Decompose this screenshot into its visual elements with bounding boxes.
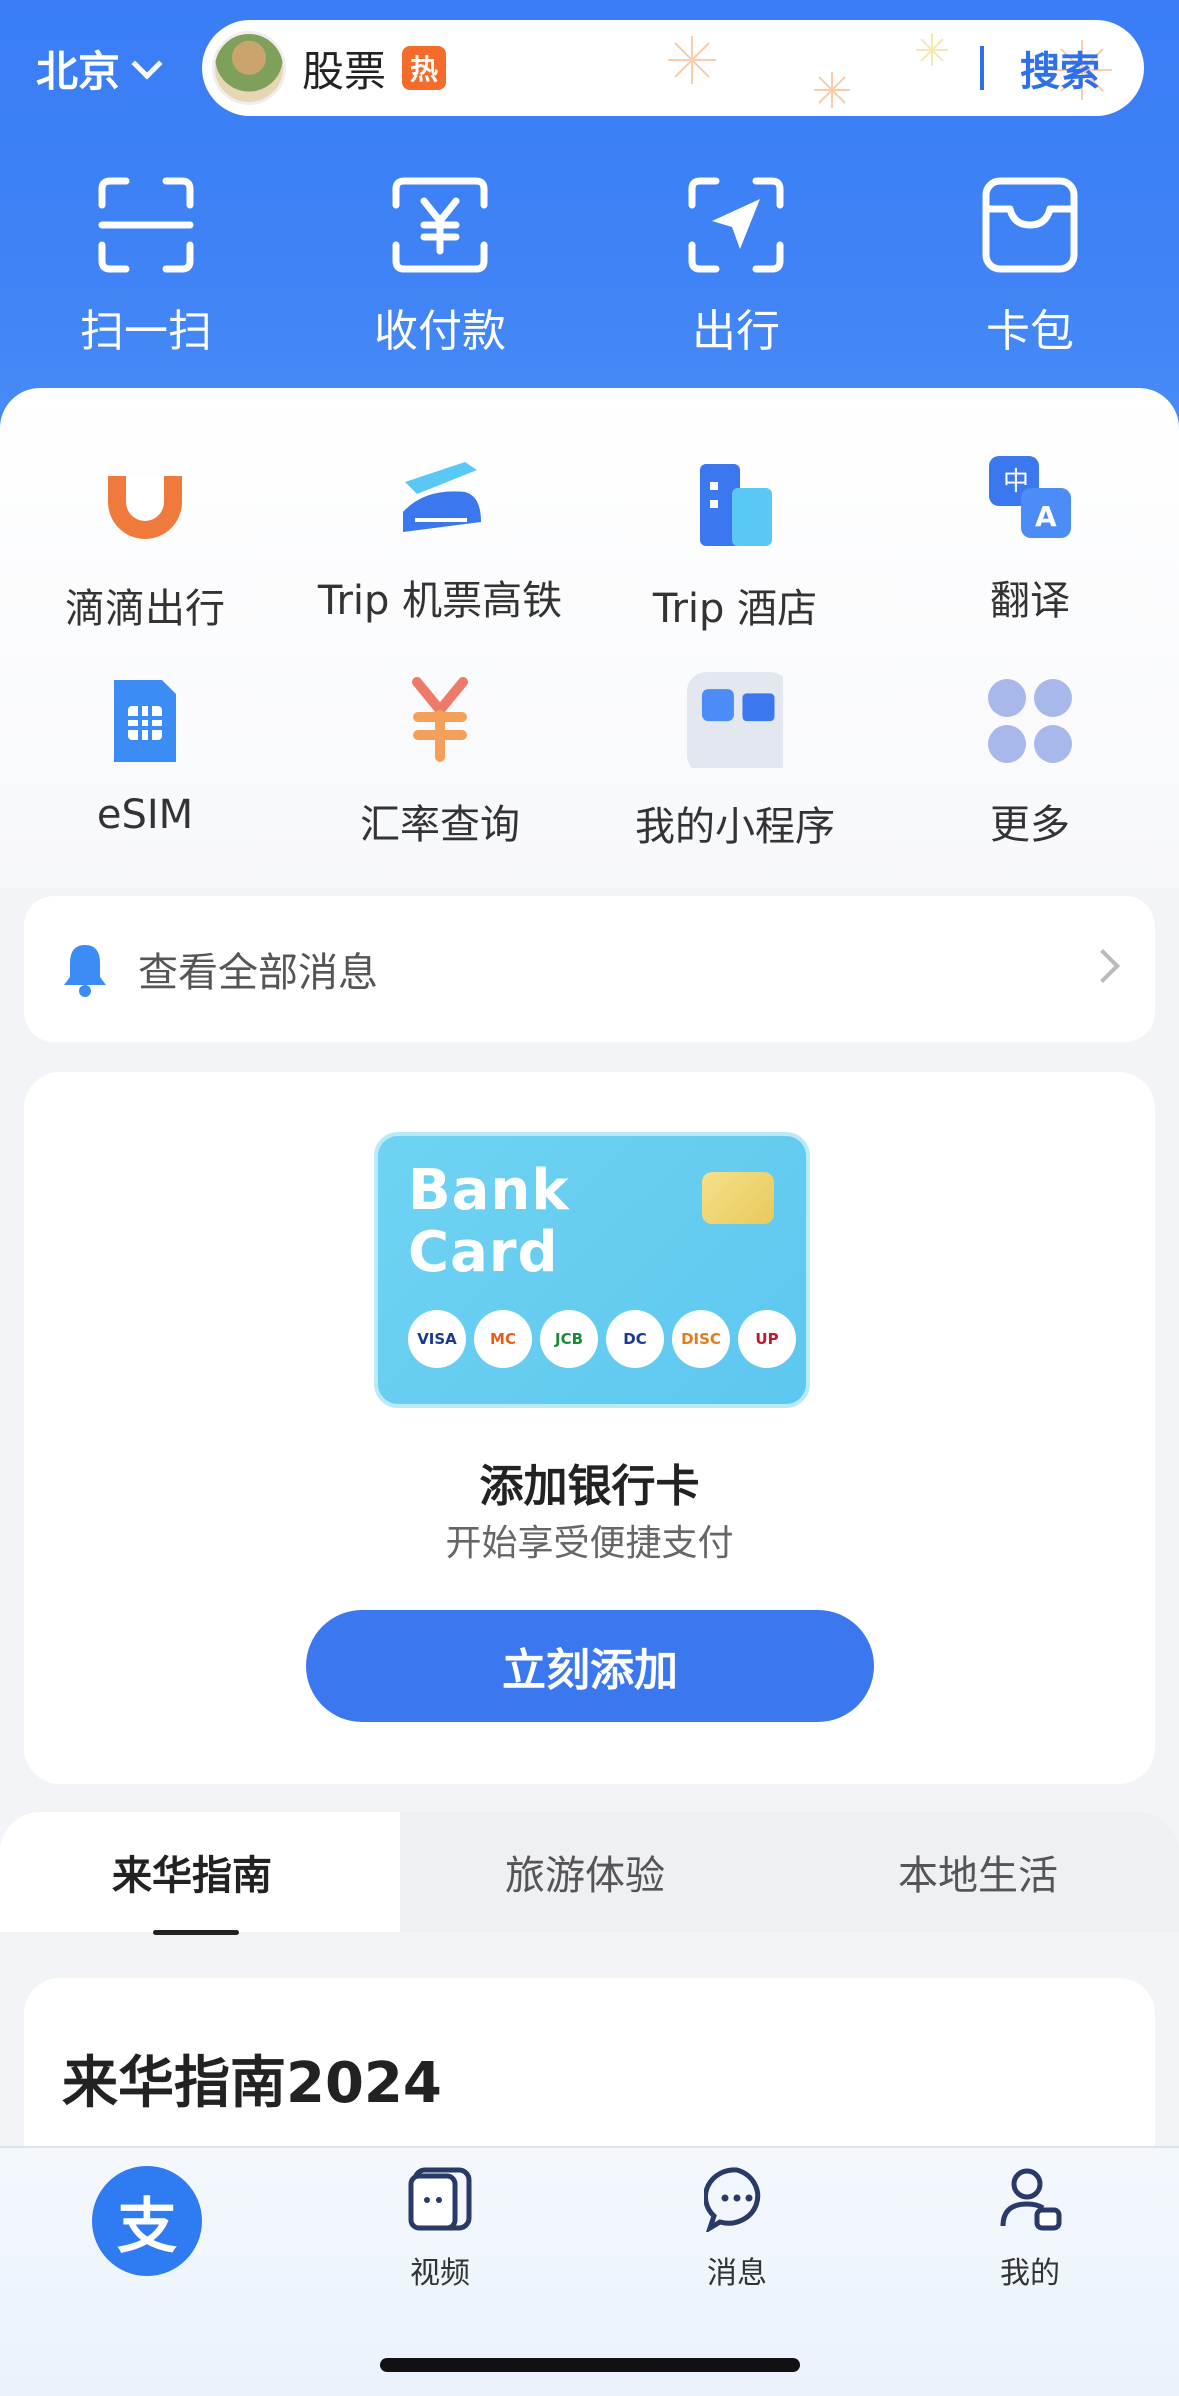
add-bank-card-subtitle: 开始享受便捷支付: [445, 1523, 734, 1564]
service-label: Trip 酒店: [652, 586, 818, 632]
chevron-down-icon: [131, 48, 163, 80]
tab-china-guide[interactable]: 来华指南: [112, 1812, 272, 1932]
service-esim[interactable]: eSIM: [0, 676, 290, 838]
diners-logo: DC: [606, 1310, 664, 1368]
nav-messages[interactable]: 消息: [637, 2166, 837, 2292]
mastercard-logo: MC: [474, 1310, 532, 1368]
service-label: eSIM: [96, 792, 194, 838]
flight-train-icon: [403, 462, 481, 532]
didi-icon: [108, 476, 182, 539]
mini-programs-icon: [687, 672, 790, 775]
search-banner-icon: [212, 31, 286, 105]
video-icon: [408, 2167, 472, 2231]
content-tabs: 来华指南 旅游体验 本地生活: [0, 1812, 1179, 1932]
service-hotel[interactable]: Trip 酒店: [590, 460, 880, 634]
jcb-logo: JCB: [540, 1310, 598, 1368]
alipay-home-button[interactable]: 支: [92, 2166, 202, 2276]
search-bar[interactable]: 股票 热 搜索: [202, 20, 1144, 116]
service-label: 翻译: [990, 578, 1070, 624]
travel-button[interactable]: 出行: [626, 175, 846, 359]
chevron-right-icon: [1086, 949, 1120, 983]
quick-action-label: 出行: [692, 306, 780, 357]
home-indicator: [380, 2358, 800, 2372]
search-divider: [980, 46, 984, 90]
discover-logo: DISC: [672, 1310, 730, 1368]
profile-icon: [1000, 2168, 1062, 2231]
message-icon: [703, 2167, 761, 2234]
card-chip-icon: [702, 1172, 774, 1224]
quick-action-label: 卡包: [986, 306, 1074, 357]
all-messages-bar[interactable]: 查看全部消息: [24, 896, 1155, 1042]
service-label: 滴滴出行: [65, 586, 225, 632]
hot-badge: 热: [402, 46, 447, 90]
service-label: 更多: [990, 802, 1070, 848]
nav-label: 我的: [1000, 2256, 1060, 2291]
service-mini-programs[interactable]: 我的小程序: [590, 672, 880, 852]
scan-icon: [98, 177, 194, 273]
service-label: 汇率查询: [360, 802, 520, 848]
pay-receive-button[interactable]: 收付款: [330, 175, 550, 359]
service-flight-train[interactable]: Trip 机票高铁: [295, 452, 585, 626]
search-keyword: 股票: [302, 46, 387, 96]
quick-actions: 扫一扫 收付款 出行 卡包: [0, 175, 1179, 357]
bank-card-image: Bank Card VISA MC JCB DC DISC UP: [374, 1132, 810, 1408]
exchange-rate-icon: [412, 677, 468, 762]
svg-text:中: 中: [1003, 467, 1029, 497]
unionpay-logo: UP: [738, 1310, 796, 1368]
nav-profile[interactable]: 我的: [930, 2166, 1130, 2292]
visa-logo: VISA: [408, 1310, 466, 1368]
add-now-button[interactable]: 立刻添加: [306, 1610, 874, 1722]
hotel-icon: [700, 464, 772, 546]
svg-text:A: A: [1035, 500, 1057, 533]
service-label: 我的小程序: [635, 804, 835, 850]
travel-icon: [688, 177, 784, 273]
service-translate[interactable]: 中 A 翻译: [885, 452, 1175, 626]
quick-action-label: 收付款: [374, 306, 506, 357]
add-bank-card-title: 添加银行卡: [479, 1461, 700, 1512]
service-label: Trip 机票高铁: [317, 578, 563, 624]
bell-icon: [64, 945, 106, 997]
alipay-home-icon: 支: [117, 2191, 177, 2262]
service-didi[interactable]: 滴滴出行: [0, 460, 290, 634]
nav-label: 视频: [410, 2256, 470, 2291]
wallet-button[interactable]: 卡包: [920, 175, 1140, 359]
scan-button[interactable]: 扫一扫: [36, 175, 256, 359]
city-selector[interactable]: 北京: [36, 38, 163, 98]
active-tab-indicator: [153, 1930, 239, 1935]
all-messages-label: 查看全部消息: [138, 950, 378, 996]
nav-label: 消息: [707, 2256, 767, 2291]
pay-receive-icon: [392, 177, 488, 273]
tab-local-life[interactable]: 本地生活: [898, 1812, 1058, 1932]
card-network-logos: VISA MC JCB DC DISC UP: [408, 1310, 796, 1368]
translate-icon: 中 A: [989, 456, 1071, 538]
search-button[interactable]: 搜索: [1020, 20, 1100, 116]
china-guide-title: 来华指南2024: [62, 2051, 442, 2116]
esim-icon: [114, 680, 176, 762]
wallet-icon: [982, 177, 1078, 273]
bank-card-text: Bank Card: [408, 1158, 570, 1285]
add-bank-card-section: Bank Card VISA MC JCB DC DISC UP 添加银行卡 开…: [24, 1072, 1155, 1784]
nav-video[interactable]: 视频: [340, 2166, 540, 2292]
city-label: 北京: [36, 46, 121, 96]
service-more[interactable]: 更多: [885, 676, 1175, 850]
quick-action-label: 扫一扫: [80, 306, 212, 357]
more-icon: [988, 679, 1072, 763]
tab-travel-experience[interactable]: 旅游体验: [505, 1812, 665, 1932]
service-exchange-rate[interactable]: 汇率查询: [295, 676, 585, 850]
